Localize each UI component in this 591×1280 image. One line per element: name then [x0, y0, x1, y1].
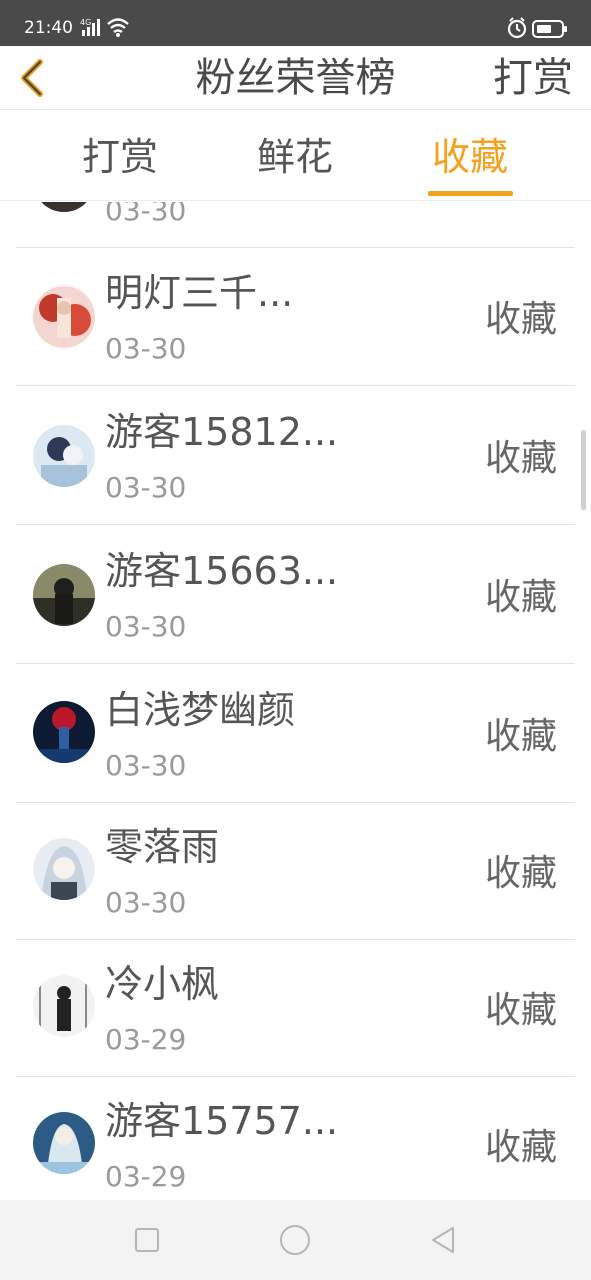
- avatar: [33, 286, 95, 348]
- divider: [16, 663, 575, 664]
- list-item-date: 03-29: [105, 1160, 187, 1193]
- list-item[interactable]: 零落雨 03-30 收藏: [0, 802, 591, 940]
- tab-favorites[interactable]: 收藏: [410, 133, 530, 181]
- list-item-name: 游客15812...: [105, 410, 339, 454]
- avatar: [33, 701, 95, 763]
- divider: [16, 385, 575, 386]
- avatar: [33, 425, 95, 487]
- list-item-action: 收藏: [484, 853, 557, 894]
- list-item-action: 收藏: [484, 716, 557, 757]
- list-item[interactable]: 冷小枫 03-29 收藏: [0, 939, 591, 1077]
- avatar: [33, 564, 95, 626]
- avatar: [33, 838, 95, 900]
- svg-text:4G: 4G: [80, 18, 91, 27]
- list-item-name: 白浅梦幽颜: [105, 688, 296, 732]
- list-item-action: 收藏: [484, 438, 557, 479]
- list-item-name: 零落雨: [105, 825, 220, 869]
- list-item[interactable]: 明灯三千... 03-30 收藏: [0, 248, 591, 386]
- list-item-name: 游客15663...: [105, 549, 339, 593]
- list-item-action: 收藏: [484, 1127, 557, 1168]
- list-item[interactable]: 游客15757... 03-29 收藏: [0, 1076, 591, 1200]
- list-item-name: 明灯三千...: [105, 271, 294, 315]
- list-item-date: 03-30: [105, 471, 187, 504]
- circle-icon[interactable]: [277, 1222, 313, 1258]
- list-item-action: 收藏: [484, 990, 557, 1031]
- list-item-date: 03-30: [105, 886, 187, 919]
- avatar: [33, 975, 95, 1037]
- tab-flowers[interactable]: 鲜花: [235, 133, 355, 181]
- list-item-date: 03-30: [105, 332, 187, 365]
- fan-ranking-list[interactable]: 03-30 明灯三千... 03-30 收藏 游客15812... 03-30 …: [0, 202, 591, 1200]
- list-item-name: 游客15757...: [105, 1099, 339, 1143]
- triangle-back-icon[interactable]: [425, 1222, 461, 1258]
- list-item-action: 收藏: [484, 577, 557, 618]
- list-item-date: 03-29: [105, 1023, 187, 1056]
- list-item-date: 03-30: [105, 610, 187, 643]
- list-item[interactable]: 白浅梦幽颜 03-30 收藏: [0, 665, 591, 803]
- list-item-action: 收藏: [484, 299, 557, 340]
- signal-icon: 4G: [80, 18, 129, 37]
- tab-reward[interactable]: 打赏: [60, 133, 180, 181]
- avatar: [33, 1112, 95, 1174]
- list-item-date: 03-30: [105, 202, 187, 227]
- status-bar: 21:40 4G: [0, 0, 591, 46]
- avatar: [33, 202, 95, 212]
- reward-button[interactable]: 打赏: [493, 54, 573, 102]
- list-item-date: 03-30: [105, 749, 187, 782]
- active-tab-indicator: [428, 191, 513, 196]
- list-item-name: 冷小枫: [105, 962, 220, 1006]
- system-nav-bar: [0, 1200, 591, 1280]
- divider: [16, 524, 575, 525]
- list-item[interactable]: 游客15812... 03-30 收藏: [0, 387, 591, 525]
- top-nav-bar: 粉丝荣誉榜 打赏: [0, 46, 591, 110]
- square-icon[interactable]: [129, 1222, 165, 1258]
- battery-icon: [507, 17, 567, 39]
- list-item[interactable]: 03-30: [0, 202, 591, 248]
- scrollbar-thumb[interactable]: [581, 430, 586, 510]
- list-item[interactable]: 游客15663... 03-30 收藏: [0, 526, 591, 664]
- tab-bar: 打赏 鲜花 收藏: [0, 111, 591, 201]
- status-time: 21:40: [24, 18, 73, 38]
